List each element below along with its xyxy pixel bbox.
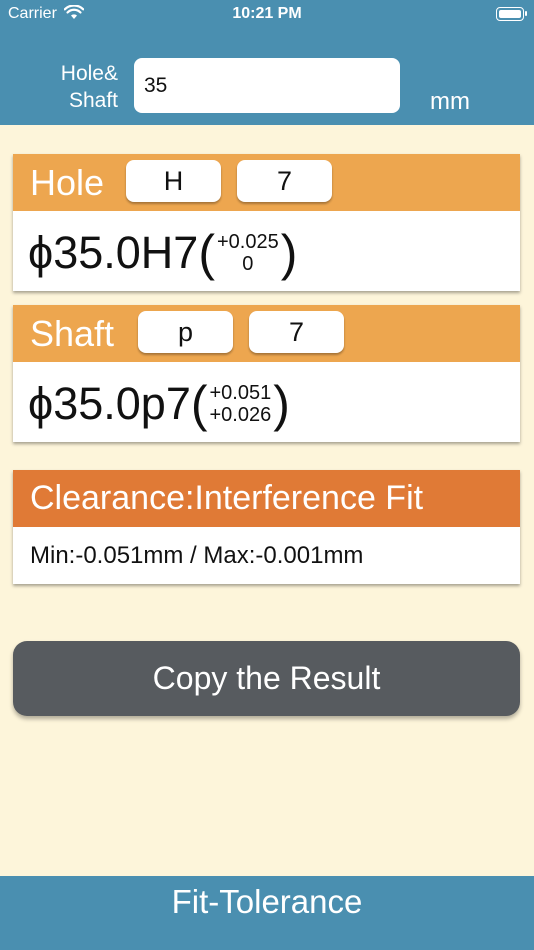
- open-paren: (: [198, 225, 215, 281]
- shaft-title: Shaft: [30, 313, 115, 354]
- size-input[interactable]: [134, 58, 400, 113]
- fit-card: Clearance:Interference Fit Min:-0.051mm …: [13, 470, 520, 584]
- shaft-letter-selector[interactable]: p: [138, 311, 233, 353]
- shaft-upper-deviation: +0.051: [209, 382, 272, 404]
- open-paren: (: [190, 376, 208, 432]
- hole-upper-deviation: +0.025: [216, 231, 279, 253]
- hole-card-body: ϕ35.0H7 ( +0.025 0 ): [13, 211, 520, 291]
- hole-dimension-text: ϕ35.0H7: [28, 227, 199, 278]
- hole-card-header: Hole H 7: [13, 154, 520, 211]
- copy-result-button[interactable]: Copy the Result: [13, 641, 520, 716]
- hole-lower-deviation: 0: [242, 253, 254, 275]
- hole-dimension: ϕ35.0H7 ( +0.025 0 ): [28, 227, 297, 279]
- shaft-tolerance: +0.051 +0.026: [210, 382, 272, 426]
- fit-card-body: Min:-0.051mm / Max:-0.001mm: [13, 527, 520, 584]
- size-label-line1: Hole&: [60, 62, 118, 85]
- shaft-grade-selector[interactable]: 7: [249, 311, 344, 353]
- shaft-card-body: ϕ35.0p7 ( +0.051 +0.026 ): [13, 362, 520, 442]
- hole-letter-selector[interactable]: H: [126, 160, 221, 202]
- hole-title: Hole: [30, 162, 105, 203]
- fit-card-header: Clearance:Interference Fit: [13, 470, 520, 527]
- size-label-line2: Shaft: [68, 89, 118, 112]
- close-paren: ): [280, 225, 298, 281]
- app-title: Fit-Tolerance: [171, 883, 363, 920]
- battery-icon: [496, 7, 527, 21]
- shaft-card: Shaft p 7 ϕ35.0p7 ( +0.051 +0.026 ): [13, 305, 520, 442]
- clock: 10:21 PM: [232, 5, 302, 22]
- shaft-dimension-text: ϕ35.0p7: [28, 378, 191, 429]
- hole-tolerance: +0.025 0: [217, 231, 279, 275]
- top-bar: Carrier 10:21 PM Hole& Shaft mm: [0, 0, 534, 125]
- bottom-bar: Fit-Tolerance: [0, 876, 534, 950]
- shaft-lower-deviation: +0.026: [209, 404, 272, 426]
- hole-grade-selector[interactable]: 7: [237, 160, 332, 202]
- unit-label: mm: [430, 88, 470, 115]
- fit-title: Clearance:Interference Fit: [30, 479, 424, 517]
- shaft-card-header: Shaft p 7: [13, 305, 520, 362]
- close-paren: ): [273, 376, 290, 432]
- shaft-dimension: ϕ35.0p7 ( +0.051 +0.026 ): [28, 378, 290, 430]
- size-label: Hole& Shaft: [40, 60, 118, 114]
- status-bar: Carrier 10:21 PM: [0, 0, 534, 30]
- fit-range: Min:-0.051mm / Max:-0.001mm: [30, 542, 364, 569]
- hole-card: Hole H 7 ϕ35.0H7 ( +0.025 0 ): [13, 154, 520, 291]
